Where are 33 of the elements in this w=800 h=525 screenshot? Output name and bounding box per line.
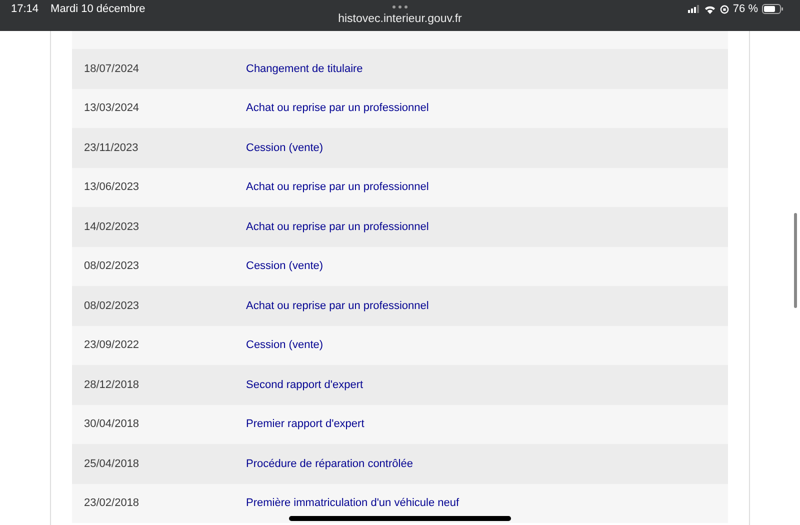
event-link[interactable]: Achat ou reprise par un professionnel [246, 102, 429, 114]
event-link[interactable]: Cession (vente) [246, 260, 324, 272]
event-link[interactable]: Achat ou reprise par un professionnel [246, 300, 429, 312]
event-link[interactable]: Second rapport d'expert [246, 378, 364, 391]
battery-icon [762, 4, 784, 14]
date-cell-text: 28/12/2018 [83, 378, 140, 391]
date-cell-text: 30/04/2018 [83, 418, 140, 430]
date-cell-text: 14/02/2023 [83, 220, 140, 233]
battery-percent: 76 % [732, 3, 758, 15]
event-link[interactable]: Procédure de réparation contrôlée [246, 458, 413, 470]
event-link[interactable]: Cession (vente) [246, 142, 324, 154]
event-link[interactable]: Première immatriculation d'un véhicule neuf [246, 497, 460, 510]
event-link[interactable]: Cession (vente) [246, 339, 324, 352]
date-cell-text: 23/11/2023 [83, 142, 140, 154]
orientation-lock-icon [720, 4, 729, 14]
date-cell-text: 23/02/2018 [83, 497, 140, 510]
wifi-icon [704, 4, 716, 14]
date-cell-text: 18/07/2024 [83, 62, 140, 75]
date-cell-text: 13/06/2023 [83, 181, 140, 194]
event-link[interactable]: Achat ou reprise par un professionnel [246, 220, 429, 233]
date-cell-text: 25/04/2018 [83, 458, 140, 470]
url-text[interactable]: histovec.interieur.gouv.fr [338, 13, 462, 25]
date-cell-text: 08/02/2023 [83, 300, 140, 312]
signal-icon [688, 5, 700, 13]
date-text: Mardi 10 décembre [50, 3, 146, 15]
event-link[interactable]: Achat ou reprise par un professionnel [246, 181, 429, 194]
date-cell-text: 23/09/2022 [83, 339, 140, 352]
event-link[interactable]: Premier rapport d'expert [246, 418, 364, 430]
date-cell-text: 08/02/2023 [83, 260, 140, 272]
date-cell-text: 13/03/2024 [83, 102, 140, 114]
event-link[interactable]: Changement de titulaire [246, 62, 363, 75]
more-dots-icon[interactable] [392, 5, 408, 9]
clock-time: 17:14 [11, 3, 39, 15]
